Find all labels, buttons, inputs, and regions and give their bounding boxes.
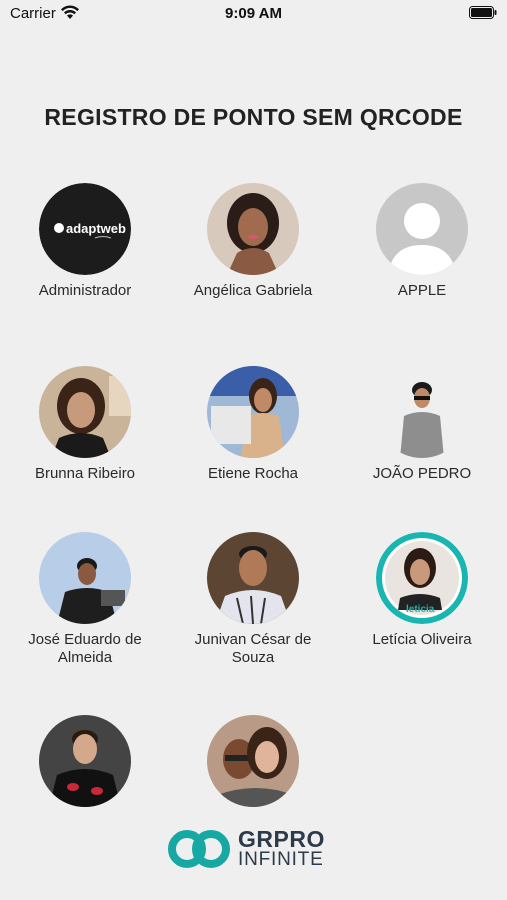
infinity-logo-icon — [168, 830, 230, 868]
avatar — [39, 715, 131, 807]
avatar — [376, 366, 468, 458]
brand-subtitle: INFINITE — [238, 849, 324, 870]
user-name: José Eduardo de Almeida — [28, 631, 142, 666]
avatar-badge-text: leticia — [406, 604, 435, 615]
user-grid: adaptweb Administrador Angélica Gabriela — [0, 0, 507, 900]
avatar — [207, 183, 299, 275]
avatar — [376, 183, 468, 275]
avatar — [207, 532, 299, 624]
avatar-logo-text: adaptweb — [66, 221, 126, 236]
user-name: JOÃO PEDRO — [372, 465, 472, 482]
user-card[interactable]: Etiene Rocha — [183, 366, 323, 483]
user-card[interactable]: leticia Letícia Oliveira — [352, 532, 492, 649]
person-photo-icon — [39, 532, 131, 624]
user-card[interactable]: adaptweb Administrador — [15, 183, 155, 300]
adaptweb-logo-icon: adaptweb — [39, 183, 131, 275]
avatar: adaptweb — [39, 183, 131, 275]
person-photo-icon — [207, 532, 299, 624]
avatar — [207, 715, 299, 807]
person-photo-icon — [376, 366, 468, 458]
user-name: Junivan César de Souza — [194, 631, 312, 666]
person-photo-icon — [39, 366, 131, 458]
user-card[interactable]: José Eduardo de Almeida — [15, 532, 155, 667]
user-name: Brunna Ribeiro — [34, 465, 136, 482]
user-name: Etiene Rocha — [207, 465, 299, 482]
user-card[interactable]: Angélica Gabriela — [183, 183, 323, 300]
user-card[interactable]: APPLE — [352, 183, 492, 300]
person-photo-icon — [39, 715, 131, 807]
user-card[interactable]: JOÃO PEDRO — [352, 366, 492, 483]
avatar — [39, 366, 131, 458]
person-photo-icon: leticia — [376, 532, 468, 624]
avatar — [39, 532, 131, 624]
user-name: Angélica Gabriela — [193, 282, 313, 299]
default-person-icon — [376, 183, 468, 275]
person-photo-icon — [207, 183, 299, 275]
brand-logo: GRPRO INFINITE — [168, 826, 348, 874]
user-card[interactable]: Brunna Ribeiro — [15, 366, 155, 483]
avatar: leticia — [376, 532, 468, 624]
avatar — [207, 366, 299, 458]
user-name: Letícia Oliveira — [372, 631, 472, 648]
person-photo-icon — [207, 715, 299, 807]
user-card[interactable] — [15, 715, 155, 814]
person-photo-icon — [207, 366, 299, 458]
user-name: Administrador — [38, 282, 132, 299]
user-card[interactable] — [183, 715, 323, 814]
user-card[interactable]: Junivan César de Souza — [183, 532, 323, 667]
user-name: APPLE — [397, 282, 447, 299]
